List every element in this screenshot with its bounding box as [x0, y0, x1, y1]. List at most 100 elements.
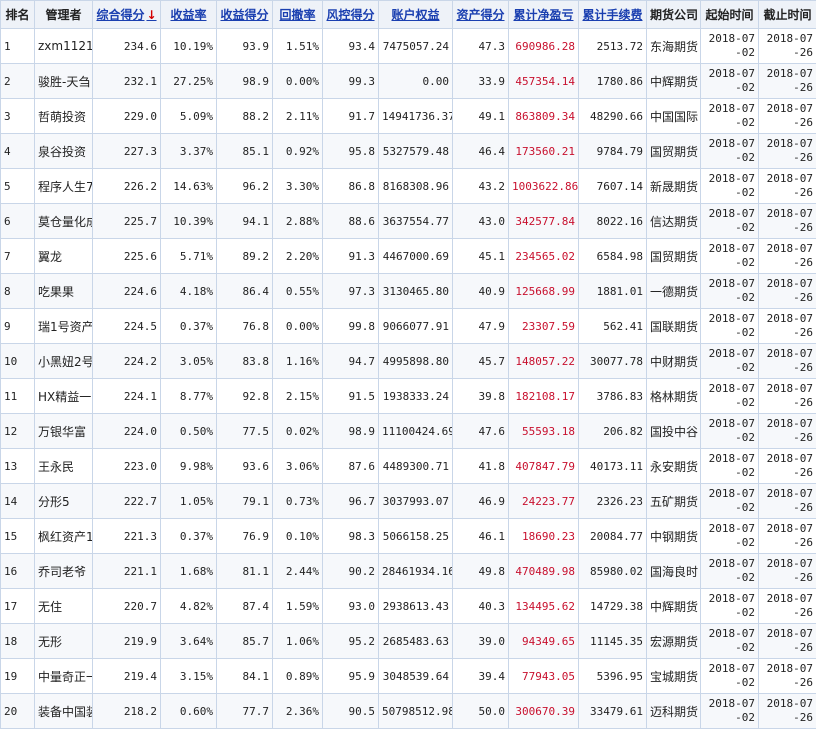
cell-end: 2018-07-26 [759, 29, 816, 64]
cell-net-profit: 125668.99 [509, 274, 579, 309]
col-header-end: 截止时间 [759, 1, 816, 29]
cell-net-profit: 23307.59 [509, 309, 579, 344]
cell-total-score: 223.0 [93, 449, 161, 484]
manager-link[interactable]: 乔司老爷（ [38, 565, 93, 579]
manager-link[interactable]: 程序人生7 [38, 180, 93, 194]
cell-return-rate: 1.68% [161, 554, 217, 589]
cell-rank: 4 [1, 134, 35, 169]
cell-asset-score: 46.4 [453, 134, 509, 169]
manager-link[interactable]: 哲萌投资 [38, 110, 86, 124]
manager-link[interactable]: 中量奇正一 [38, 670, 93, 684]
cell-total-score: 221.1 [93, 554, 161, 589]
cell-return-score: 98.9 [217, 64, 273, 99]
cell-equity: 1938333.24 [379, 379, 453, 414]
manager-link[interactable]: 莫仓量化成 [38, 215, 93, 229]
cell-drawdown: 1.16% [273, 344, 323, 379]
manager-link[interactable]: 小黑妞2号 [38, 355, 93, 369]
cell-end: 2018-07-26 [759, 659, 816, 694]
table-row: 2骏胜-天刍232.127.25%98.90.00%99.30.0033.945… [1, 64, 816, 99]
cell-drawdown: 0.92% [273, 134, 323, 169]
manager-link[interactable]: 装备中国装 [38, 705, 93, 719]
cell-net-profit: 77943.05 [509, 659, 579, 694]
cell-return-score: 76.8 [217, 309, 273, 344]
cell-rank: 14 [1, 484, 35, 519]
cell-company: 中辉期货 [647, 64, 701, 99]
cell-asset-score: 39.8 [453, 379, 509, 414]
col-header-total-score[interactable]: 综合得分↓ [93, 1, 161, 29]
manager-link[interactable]: 王永民 [38, 460, 74, 474]
manager-link[interactable]: HX精益一号 [38, 390, 93, 404]
col-header-equity[interactable]: 账户权益 [379, 1, 453, 29]
cell-net-profit: 18690.23 [509, 519, 579, 554]
cell-risk-score: 99.3 [323, 64, 379, 99]
col-header-asset-score[interactable]: 资产得分 [453, 1, 509, 29]
manager-link[interactable]: 骏胜-天刍 [38, 75, 90, 89]
cell-equity: 3130465.80 [379, 274, 453, 309]
cell-return-rate: 0.37% [161, 519, 217, 554]
cell-end: 2018-07-26 [759, 64, 816, 99]
col-header-net-profit[interactable]: 累计净盈亏 [509, 1, 579, 29]
cell-return-rate: 8.77% [161, 379, 217, 414]
manager-link[interactable]: zxm1121 [38, 39, 93, 53]
cell-return-score: 84.1 [217, 659, 273, 694]
col-header-return-score[interactable]: 收益得分 [217, 1, 273, 29]
manager-link[interactable]: 吃果果 [38, 285, 74, 299]
cell-net-profit: 234565.02 [509, 239, 579, 274]
cell-asset-score: 47.3 [453, 29, 509, 64]
cell-equity: 2938613.43 [379, 589, 453, 624]
header-row: 排名 管理者 综合得分↓ 收益率 收益得分 回撤率 风控得分 账户权益 资产得分… [1, 1, 816, 29]
cell-start: 2018-07-02 [701, 519, 759, 554]
cell-start: 2018-07-02 [701, 274, 759, 309]
cell-drawdown: 2.44% [273, 554, 323, 589]
col-header-return-rate[interactable]: 收益率 [161, 1, 217, 29]
table-row: 12万银华富224.00.50%77.50.02%98.911100424.69… [1, 414, 816, 449]
table-row: 7翼龙225.65.71%89.22.20%91.34467000.6945.1… [1, 239, 816, 274]
cell-risk-score: 88.6 [323, 204, 379, 239]
cell-manager: 翼龙 [35, 239, 93, 274]
manager-link[interactable]: 枫红资产1 [38, 530, 93, 544]
manager-link[interactable]: 无形 [38, 635, 62, 649]
cell-end: 2018-07-26 [759, 204, 816, 239]
cell-rank: 16 [1, 554, 35, 589]
cell-return-score: 76.9 [217, 519, 273, 554]
col-header-fees[interactable]: 累计手续费 [579, 1, 647, 29]
cell-drawdown: 3.06% [273, 449, 323, 484]
cell-manager: 程序人生7 [35, 169, 93, 204]
cell-return-rate: 3.37% [161, 134, 217, 169]
cell-drawdown: 3.30% [273, 169, 323, 204]
manager-link[interactable]: 无住 [38, 600, 62, 614]
cell-rank: 15 [1, 519, 35, 554]
cell-company: 国海良时 [647, 554, 701, 589]
cell-net-profit: 55593.18 [509, 414, 579, 449]
cell-company: 五矿期货 [647, 484, 701, 519]
cell-end: 2018-07-26 [759, 134, 816, 169]
cell-total-score: 224.1 [93, 379, 161, 414]
cell-total-score: 219.4 [93, 659, 161, 694]
cell-return-rate: 10.19% [161, 29, 217, 64]
cell-fees: 8022.16 [579, 204, 647, 239]
col-header-risk-score[interactable]: 风控得分 [323, 1, 379, 29]
cell-manager: 泉谷投资 [35, 134, 93, 169]
cell-return-score: 77.7 [217, 694, 273, 729]
cell-company: 信达期货 [647, 204, 701, 239]
cell-risk-score: 91.7 [323, 99, 379, 134]
cell-drawdown: 0.02% [273, 414, 323, 449]
cell-drawdown: 2.15% [273, 379, 323, 414]
cell-rank: 17 [1, 589, 35, 624]
cell-net-profit: 173560.21 [509, 134, 579, 169]
cell-manager: 枫红资产1 [35, 519, 93, 554]
cell-start: 2018-07-02 [701, 134, 759, 169]
manager-link[interactable]: 瑞1号资产 [38, 320, 93, 334]
cell-manager: 吃果果 [35, 274, 93, 309]
manager-link[interactable]: 万银华富 [38, 425, 86, 439]
cell-manager: 骏胜-天刍 [35, 64, 93, 99]
cell-end: 2018-07-26 [759, 519, 816, 554]
col-header-drawdown[interactable]: 回撤率 [273, 1, 323, 29]
cell-return-score: 83.8 [217, 344, 273, 379]
cell-asset-score: 46.9 [453, 484, 509, 519]
manager-link[interactable]: 分形5 [38, 495, 70, 509]
cell-total-score: 225.6 [93, 239, 161, 274]
manager-link[interactable]: 翼龙 [38, 250, 62, 264]
manager-link[interactable]: 泉谷投资 [38, 145, 86, 159]
cell-asset-score: 40.3 [453, 589, 509, 624]
